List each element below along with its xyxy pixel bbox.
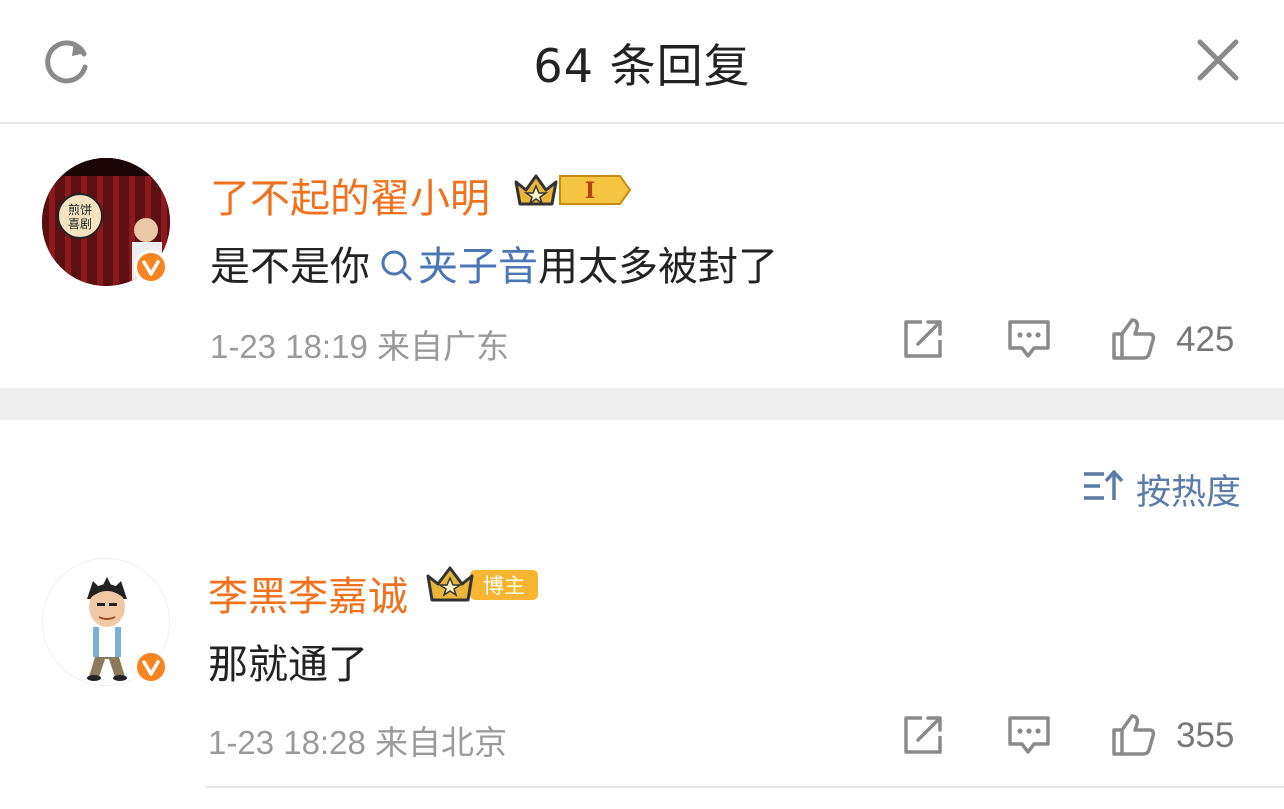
search-icon: [381, 250, 412, 281]
comment-text-part: 用太多被封了: [538, 244, 778, 290]
sort-label[interactable]: 按热度: [1136, 464, 1241, 515]
close-icon[interactable]: [1192, 34, 1244, 86]
avatar[interactable]: 煎饼 喜剧: [42, 158, 170, 286]
username[interactable]: 了不起的翟小明: [210, 166, 490, 224]
section-divider: [0, 388, 1284, 420]
like-count: 355: [1176, 716, 1235, 755]
svg-text:I: I: [585, 178, 595, 204]
svg-text:喜剧: 喜剧: [68, 217, 92, 231]
comment-text-part: 是不是你: [210, 244, 370, 290]
comment-meta: 1-23 18:28 来自北京: [208, 724, 507, 761]
blogger-badge-icon[interactable]: 博主: [426, 564, 540, 606]
share-icon[interactable]: [900, 712, 946, 758]
share-icon[interactable]: [900, 316, 946, 362]
verified-badge-icon: [134, 650, 168, 684]
topic-link[interactable]: 夹子音: [370, 244, 538, 290]
comment-item: 李黑李嘉诚 博主 那就通了 1-23 18:28 来自北京 355: [0, 540, 1284, 790]
comment-actions: 425: [900, 316, 1260, 366]
svg-text:博主: 博主: [483, 574, 525, 598]
comment-icon[interactable]: [1006, 712, 1052, 758]
level-badge-icon[interactable]: I: [512, 170, 632, 210]
svg-text:煎饼: 煎饼: [68, 202, 92, 217]
reply-count-title: 64 条回复: [533, 39, 751, 93]
sort-icon: [1084, 470, 1124, 500]
comment-actions: 355: [900, 712, 1260, 762]
like-icon[interactable]: [1110, 316, 1156, 362]
comment-text: 是不是你 夹子音用太多被封了: [210, 234, 778, 292]
comment-item: 煎饼 喜剧 了不起的翟小明 I 是不是你 夹子音用太多被封了 1-23 18:19…: [0, 124, 1284, 388]
like-icon[interactable]: [1110, 712, 1156, 758]
verified-badge-icon: [134, 250, 168, 284]
username[interactable]: 李黑李嘉诚: [208, 564, 408, 622]
reply-header: 64 条回复: [0, 0, 1284, 124]
topic-label[interactable]: 夹子音: [418, 244, 538, 290]
comment-icon[interactable]: [1006, 316, 1052, 362]
divider: [206, 786, 1284, 788]
avatar[interactable]: [42, 558, 170, 686]
like-count: 425: [1176, 320, 1235, 359]
comment-text: 那就通了: [208, 642, 368, 688]
comment-meta: 1-23 18:19 来自广东: [210, 328, 509, 365]
